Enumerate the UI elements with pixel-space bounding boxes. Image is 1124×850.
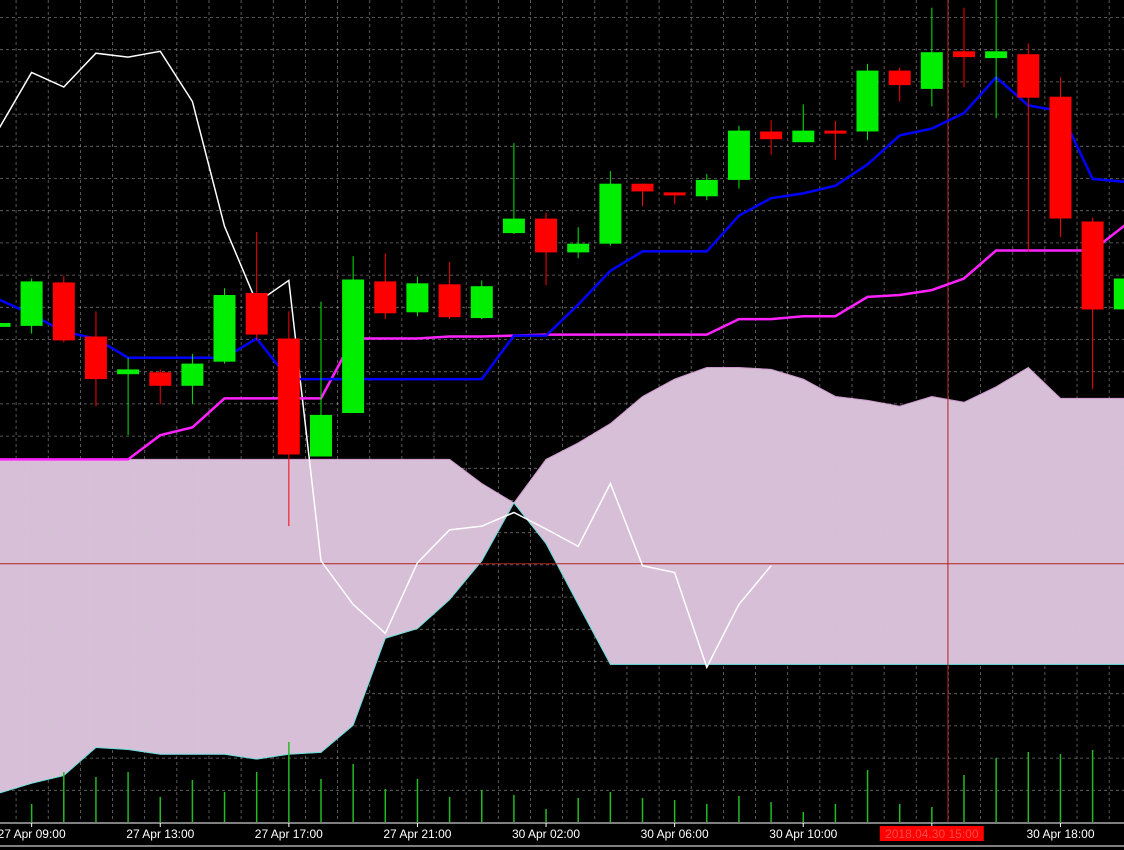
x-tick-label: 27 Apr 13:00 — [126, 827, 194, 841]
candle-body — [181, 363, 204, 386]
x-tick-label: 27 Apr 21:00 — [383, 827, 451, 841]
kumo-segment-bearish — [31, 459, 65, 784]
candle[interactable] — [856, 63, 879, 141]
candle-body — [149, 372, 172, 386]
kumo-segment-bearish — [963, 386, 997, 665]
candle-body — [277, 338, 300, 455]
crosshair-date-label: 2018.04.30 15:00 — [885, 827, 979, 841]
candle-body — [406, 283, 429, 313]
kumo-segment-bearish — [384, 459, 418, 639]
candle-body — [213, 295, 236, 362]
kumo-segment-bearish — [642, 378, 675, 665]
candle-body — [824, 130, 847, 134]
candle-body — [1081, 221, 1104, 310]
candle[interactable] — [52, 275, 75, 343]
candle-body — [438, 284, 461, 318]
candle-body — [631, 183, 654, 192]
kumo-segment-bearish — [320, 459, 354, 754]
candle-body — [502, 218, 525, 234]
candle-body — [20, 281, 43, 326]
candle-body — [727, 130, 750, 180]
candle-body — [1017, 54, 1040, 98]
kumo-segment-bearish — [224, 459, 258, 760]
candle-body — [760, 131, 783, 140]
candle-body — [84, 336, 107, 380]
candle-body — [1113, 278, 1124, 310]
candle-body — [953, 51, 975, 58]
candle-body — [1049, 96, 1072, 219]
candle-body — [52, 282, 75, 341]
candle-body — [920, 52, 943, 89]
kumo-segment-bearish — [127, 459, 161, 755]
candle-body — [856, 70, 879, 132]
candle-body — [695, 179, 718, 197]
kumo-segment-bearish — [770, 368, 804, 665]
kumo-segment-bearish — [706, 367, 740, 665]
kumo-segment-bearish — [417, 459, 450, 630]
candle-body — [663, 192, 686, 196]
candle-body — [310, 414, 332, 457]
candle[interactable] — [470, 280, 493, 320]
kumo-segment-bearish — [256, 459, 290, 760]
x-tick-label: 30 Apr 18:00 — [1026, 827, 1094, 841]
x-tick-label: 27 Apr 09:00 — [0, 827, 66, 841]
kumo-segment-bearish — [1028, 366, 1061, 665]
ichimoku-chart[interactable]: 27 Apr 09:00 27 Apr 13:00 27 Apr 17:00 27 A… — [0, 0, 1124, 850]
kumo-segment-bearish — [160, 459, 193, 755]
kumo-segment-bearish — [288, 459, 322, 755]
candle-body — [888, 70, 911, 86]
x-tick-label: 30 Apr 06:00 — [641, 827, 709, 841]
candle-body — [599, 183, 622, 244]
candle-body — [470, 286, 493, 319]
candle-body — [374, 281, 397, 314]
kumo-segment-bearish — [802, 378, 836, 665]
x-tick-label: 27 Apr 17:00 — [255, 827, 323, 841]
x-tick-label: 30 Apr 02:00 — [512, 827, 580, 841]
candle-body — [792, 130, 815, 143]
kumo-segment-bearish — [1092, 398, 1124, 665]
candle-body — [535, 218, 557, 253]
kumo-segment-bearish — [899, 396, 933, 665]
candle-body — [0, 323, 11, 327]
candle-body — [342, 279, 365, 413]
kumo-segment-bearish — [610, 395, 643, 665]
x-tick-label: 30 Apr 10:00 — [769, 827, 837, 841]
kumo-segment-bearish — [63, 459, 97, 777]
candle[interactable] — [213, 288, 236, 364]
kumo-segment-bearish — [95, 459, 129, 750]
candle-body — [245, 293, 268, 335]
kumo-segment-bearish — [835, 396, 868, 665]
candle-body — [567, 243, 590, 253]
candle-body — [117, 369, 140, 375]
kumo-segment-bearish — [738, 367, 772, 665]
kumo-segment-bearish — [192, 459, 225, 755]
candle-body — [985, 51, 1008, 59]
kumo-segment-bearish — [995, 366, 1029, 665]
kumo-segment-bearish — [1060, 398, 1093, 665]
candle[interactable] — [342, 256, 365, 413]
candle[interactable] — [727, 125, 750, 189]
candle[interactable] — [20, 278, 43, 334]
candle[interactable] — [1049, 77, 1072, 237]
